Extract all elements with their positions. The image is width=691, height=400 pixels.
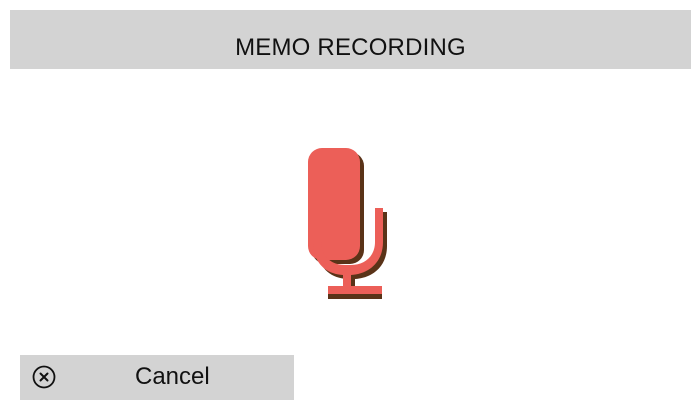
microphone-icon <box>300 142 400 302</box>
close-circle-icon <box>32 365 56 389</box>
cancel-button-label: Cancel <box>135 363 210 390</box>
title-bar: MEMO RECORDING <box>10 10 691 69</box>
cancel-button[interactable]: Cancel <box>20 355 294 400</box>
page-title: MEMO RECORDING <box>235 33 466 61</box>
memo-recording-screen: MEMO RECORDING Cancel <box>0 0 691 400</box>
